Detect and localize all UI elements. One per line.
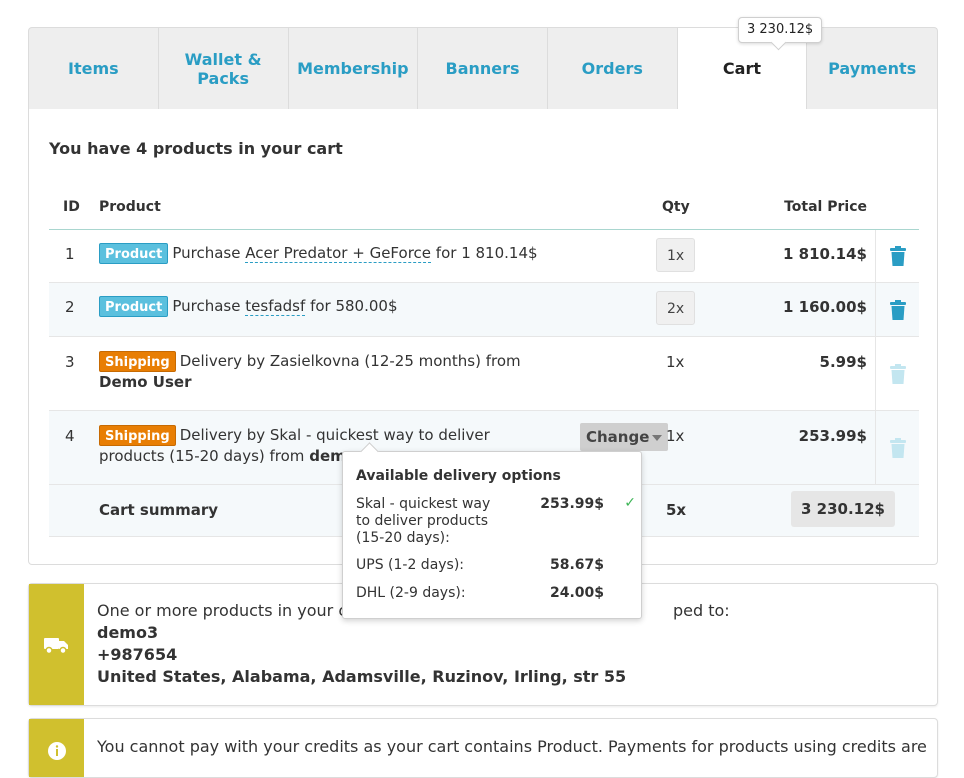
shipping-alert-text-b: ped to: (673, 601, 730, 620)
row-id: 3 (65, 353, 75, 371)
qty-box[interactable]: 2x (656, 291, 696, 325)
truck-icon (43, 637, 68, 654)
credits-alert-text: You cannot pay with your credits as your… (97, 737, 927, 756)
credits-alert: You cannot pay with your credits as your… (28, 718, 938, 778)
option-price: 24.00$ (549, 585, 604, 601)
qty-value: 1x (666, 353, 685, 371)
product-link[interactable]: Acer Predator + GeForce (245, 244, 432, 263)
row-product: Product Purchase Acer Predator + GeForce … (99, 243, 538, 264)
summary-total: 3 230.12$ (791, 491, 895, 527)
delete-button[interactable] (875, 230, 919, 282)
trash-icon (889, 363, 906, 384)
trash-icon (889, 246, 906, 266)
product-link[interactable]: tesfadsf (245, 297, 306, 316)
product-label: Product (99, 296, 169, 317)
product-post: for 580.00$ (310, 297, 398, 315)
delivery-option[interactable]: DHL (2-9 days): 24.00$ (356, 585, 616, 605)
tab-membership[interactable]: Membership (288, 28, 419, 110)
row-total: 1 810.14$ (783, 245, 867, 263)
delivery-option[interactable]: Skal - quickest way to deliver products … (356, 495, 636, 548)
shipping-alert-text-a: One or more products in your ca (97, 601, 357, 620)
header-total-price: Total Price (784, 199, 867, 215)
product-pre: Purchase (172, 244, 241, 262)
shipping-from: Demo User (99, 373, 192, 391)
table-row: 1 Product Purchase Acer Predator + GeForc… (49, 230, 919, 283)
alert-icon-side (29, 719, 84, 777)
alert-icon-side (29, 584, 84, 705)
caret-down-icon (652, 434, 663, 441)
check-icon: ✓ (624, 495, 636, 511)
delete-button[interactable] (875, 283, 919, 336)
product-pre: Purchase (172, 297, 241, 315)
delivery-option[interactable]: UPS (1-2 days): 58.67$ (356, 557, 616, 577)
option-name: Skal - quickest way to deliver products … (356, 496, 491, 546)
shipping-text: Delivery by Zasielkovna (12-25 months) f… (179, 352, 521, 370)
row-total: 253.99$ (798, 427, 867, 445)
delete-button-disabled (875, 337, 919, 410)
table-row: 3 Shipping Delivery by Zasielkovna (12-25… (49, 337, 919, 411)
tab-orders[interactable]: Orders (547, 28, 678, 110)
product-label: Product (99, 243, 169, 264)
header-id: ID (63, 199, 80, 215)
trash-icon (889, 437, 906, 458)
row-total: 1 160.00$ (783, 298, 867, 316)
shipping-label: Shipping (99, 351, 176, 372)
tab-wallet-packs[interactable]: Wallet & Packs (158, 28, 289, 110)
header-qty: Qty (662, 199, 690, 215)
shipping-name: demo3 (97, 623, 159, 642)
row-id: 1 (65, 245, 75, 263)
option-name: UPS (1-2 days): (356, 557, 465, 573)
row-id: 2 (65, 298, 75, 316)
shipping-phone: +987654 (97, 645, 178, 664)
tab-payments[interactable]: Payments (807, 28, 938, 110)
summary-qty: 5x (666, 501, 687, 519)
change-delivery-button[interactable]: Change (580, 423, 669, 451)
delete-button-disabled (875, 411, 919, 484)
trash-icon (889, 299, 906, 320)
summary-label: Cart summary (99, 501, 219, 519)
row-total: 5.99$ (819, 353, 867, 371)
row-product: Shipping Delivery by Zasielkovna (12-25 m… (99, 351, 569, 393)
row-product: Product Purchase tesfadsf for 580.00$ (99, 296, 397, 317)
cart-total-badge: 3 230.12$ (738, 17, 823, 43)
shipping-label: Shipping (99, 425, 176, 446)
shipping-address: United States, Alabama, Adamsville, Ruzi… (97, 667, 627, 686)
table-header: ID Product Qty Total Price (49, 197, 919, 230)
info-icon (47, 742, 66, 760)
tab-items[interactable]: Items (29, 28, 159, 110)
popover-title: Available delivery options (356, 468, 561, 484)
table-row: 2 Product Purchase tesfadsf for 580.00$ 2… (49, 283, 919, 337)
delivery-options-popover: Available delivery options Skal - quicke… (342, 451, 642, 619)
cart-title: You have 4 products in your cart (49, 139, 343, 158)
row-id: 4 (65, 427, 75, 445)
header-product: Product (99, 199, 161, 215)
option-price: 58.67$ (549, 557, 604, 573)
option-price: 253.99$ ✓ (540, 495, 636, 512)
option-name: DHL (2-9 days): (356, 585, 466, 601)
tab-banners[interactable]: Banners (418, 28, 548, 110)
qty-value: 1x (666, 427, 685, 445)
product-post: for 1 810.14$ (435, 244, 538, 262)
qty-box[interactable]: 1x (656, 238, 696, 272)
